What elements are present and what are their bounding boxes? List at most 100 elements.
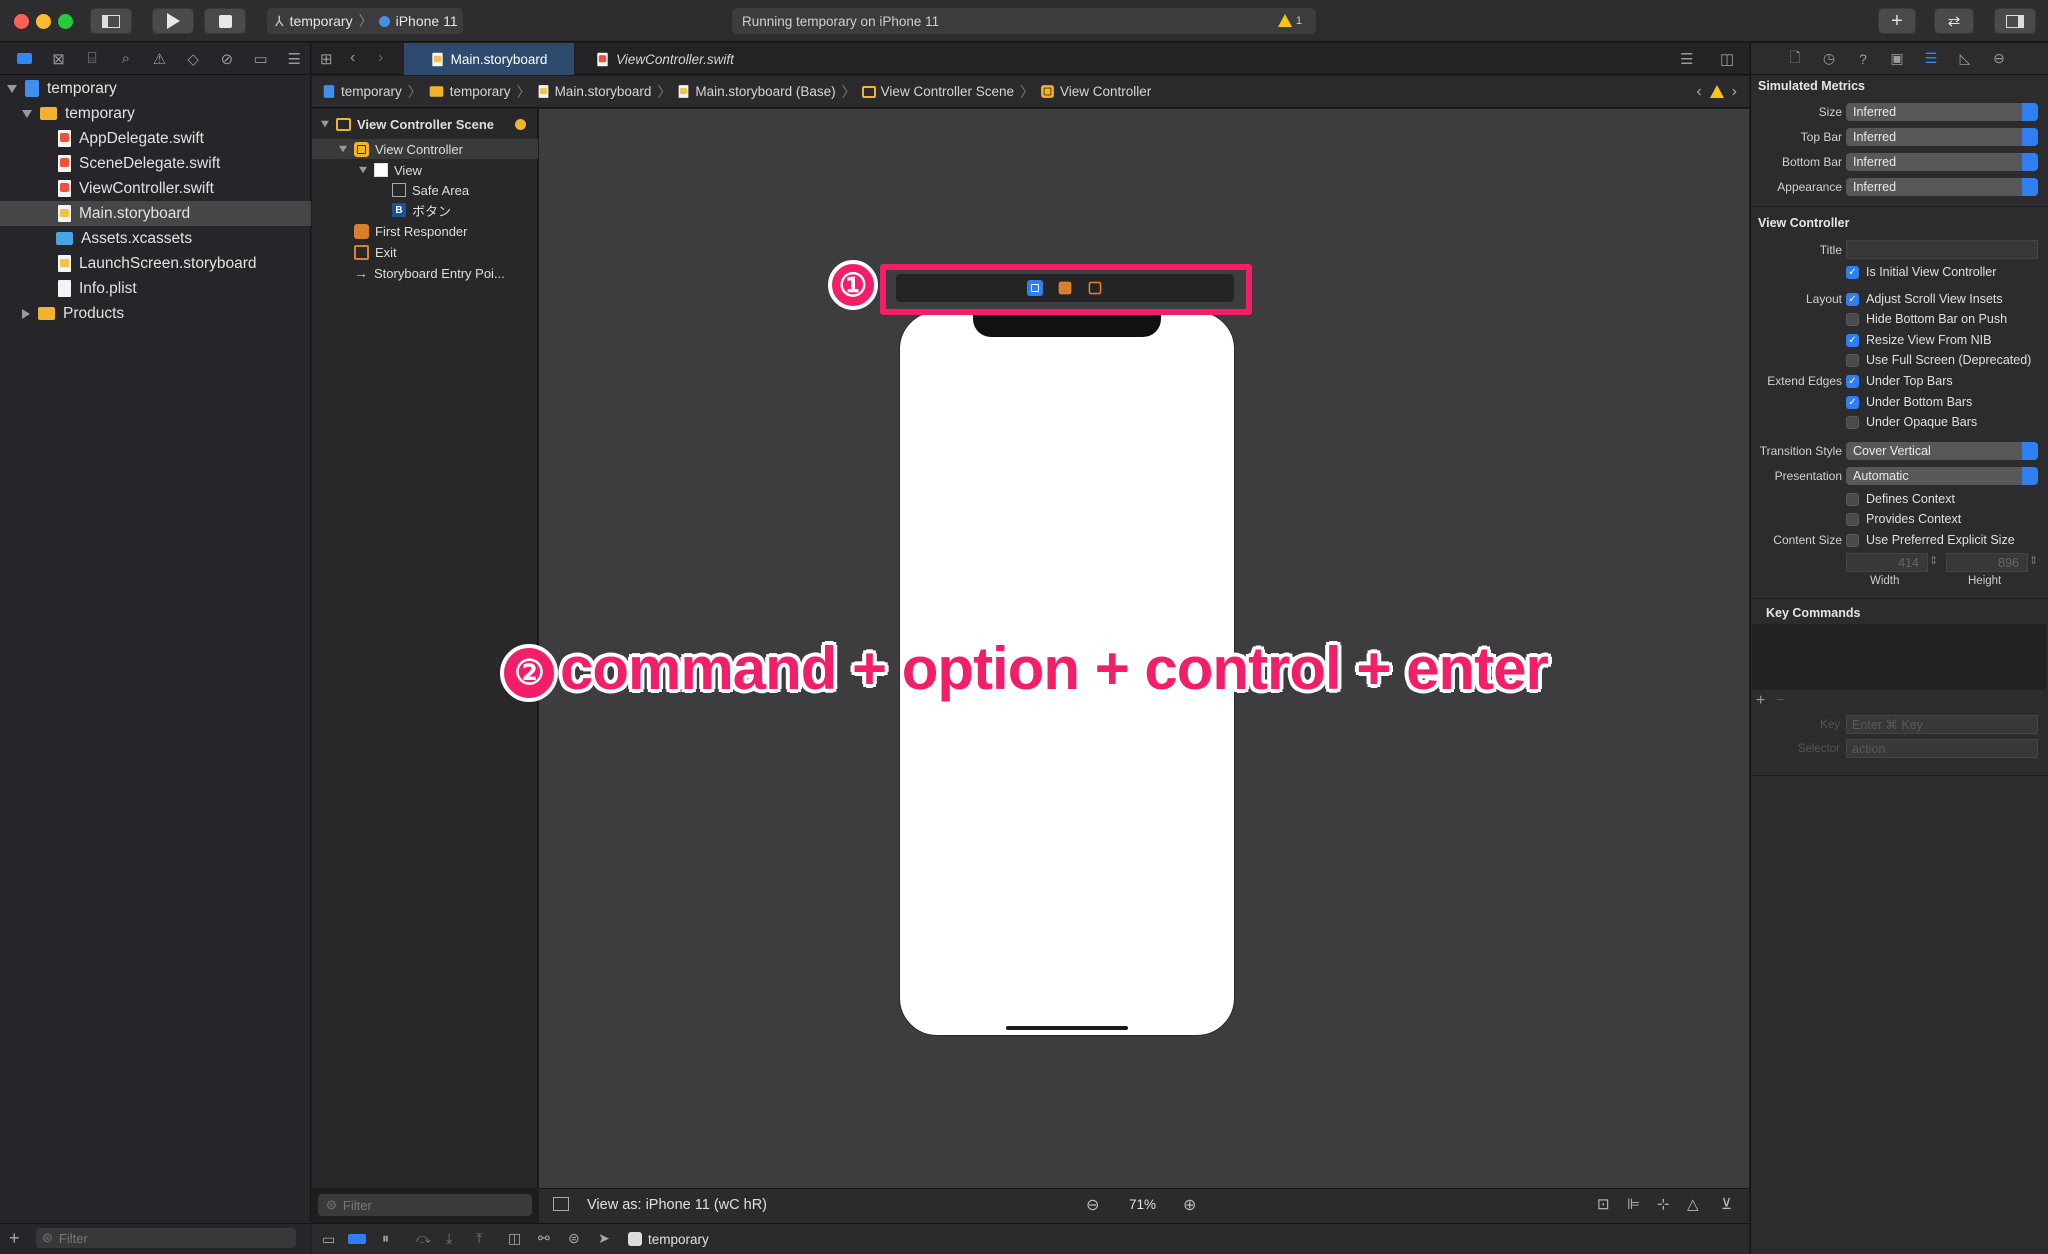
report-icon[interactable]: ☰ <box>277 48 311 70</box>
help-inspector-icon[interactable]: ? <box>1852 50 1874 68</box>
zoom-window-button[interactable] <box>58 14 73 29</box>
step-out-icon[interactable]: ⤒ <box>476 1230 482 1247</box>
checkbox-icon[interactable] <box>1846 415 1859 429</box>
tree-item-group[interactable]: Products <box>0 301 311 326</box>
close-window-button[interactable] <box>14 14 29 29</box>
width-field[interactable]: 414 <box>1846 553 1928 572</box>
checkbox-checked-icon[interactable]: ✓ <box>1846 292 1859 306</box>
disclosure-open-icon[interactable] <box>22 109 32 118</box>
height-field[interactable]: 896 <box>1946 553 2028 572</box>
environment-overrides-icon[interactable]: ⊜ <box>568 1230 580 1247</box>
test-icon[interactable]: ◇ <box>176 48 210 70</box>
provides-context-checkbox[interactable]: Provides Context <box>1846 511 1961 527</box>
outline-view-controller[interactable]: View Controller <box>312 139 538 159</box>
checkbox-checked-icon[interactable]: ✓ <box>1846 395 1859 409</box>
scheme-selector[interactable]: ⅄ temporary 〉 iPhone 11 <box>267 8 463 34</box>
warning-icon[interactable] <box>1277 14 1292 27</box>
zoom-level[interactable]: 71% <box>1129 1197 1156 1212</box>
source-control-icon[interactable]: ⊠ <box>42 48 76 70</box>
disclosure-open-icon[interactable] <box>339 145 347 153</box>
outline-filter-field[interactable]: ⊜ Filter <box>318 1194 532 1216</box>
outline-toggle-icon[interactable] <box>553 1197 569 1211</box>
update-frames-icon[interactable]: ⊡ <box>1597 1195 1610 1213</box>
forward-icon[interactable]: › <box>378 49 383 67</box>
size-inspector-icon[interactable]: ◺ <box>1954 50 1976 68</box>
outline-view[interactable]: View <box>358 160 422 180</box>
tab-view-controller-swift[interactable]: ViewController.swift <box>580 43 750 75</box>
folder-icon[interactable] <box>8 48 42 70</box>
outline-first-responder[interactable]: First Responder <box>354 221 467 241</box>
split-editor-icon[interactable]: ◫ <box>1720 50 1734 68</box>
step-over-icon[interactable]: ⤼ <box>416 1230 431 1247</box>
pin-icon[interactable]: ⊹ <box>1657 1195 1670 1213</box>
symbol-hierarchy-icon[interactable]: ⌸ <box>75 48 109 70</box>
tree-item-file[interactable]: SceneDelegate.swift <box>0 151 311 176</box>
preferred-size-checkbox[interactable]: Use Preferred Explicit Size <box>1846 532 2015 548</box>
under-top-bars-checkbox[interactable]: ✓ Under Top Bars <box>1846 373 1953 389</box>
debug-target-label[interactable]: temporary <box>648 1232 709 1247</box>
run-button[interactable] <box>152 8 194 34</box>
top-bar-popup[interactable]: Inferred <box>1846 128 2038 146</box>
issue-icon[interactable]: ⚠ <box>143 48 177 70</box>
zoom-out-icon[interactable]: ⊖ <box>1086 1195 1099 1215</box>
back-icon[interactable]: ‹ <box>350 49 355 67</box>
previous-issue-icon[interactable]: ‹ <box>1696 83 1701 101</box>
under-bottom-bars-checkbox[interactable]: ✓ Under Bottom Bars <box>1846 394 1972 410</box>
navigator-filter-field[interactable]: ⊜ Filter <box>36 1228 296 1248</box>
tree-item-file[interactable]: AppDelegate.swift <box>0 126 311 151</box>
related-items-icon[interactable]: ⊞ <box>320 50 333 68</box>
transition-style-popup[interactable]: Cover Vertical <box>1846 442 2038 460</box>
checkbox-icon[interactable] <box>1846 533 1859 547</box>
checkbox-checked-icon[interactable]: ✓ <box>1846 374 1859 388</box>
breadcrumb-item[interactable]: View Controller <box>1040 84 1151 99</box>
pause-icon[interactable]: ⏸ <box>382 1230 389 1247</box>
toggle-inspector-button[interactable] <box>1994 8 2036 34</box>
step-into-icon[interactable]: ⤓ <box>446 1230 452 1247</box>
view-debugger-icon[interactable]: ◫ <box>508 1230 521 1247</box>
bottom-bar-popup[interactable]: Inferred <box>1846 153 2038 171</box>
history-inspector-icon[interactable]: ◷ <box>1818 50 1840 68</box>
checkbox-icon[interactable] <box>1846 353 1859 367</box>
tree-item-file[interactable]: Info.plist <box>0 276 311 301</box>
library-button[interactable]: + <box>1878 8 1916 34</box>
minimize-window-button[interactable] <box>36 14 51 29</box>
defines-context-checkbox[interactable]: Defines Context <box>1846 491 1955 507</box>
disclosure-open-icon[interactable] <box>359 166 367 174</box>
editor-options-icon[interactable]: ☰ <box>1680 50 1693 68</box>
width-stepper-icon[interactable]: ⇕ <box>1929 554 1938 567</box>
resolve-issues-icon[interactable]: △ <box>1687 1195 1699 1213</box>
stop-button[interactable] <box>204 8 246 34</box>
outline-scene[interactable]: View Controller Scene <box>320 114 534 134</box>
warning-icon[interactable] <box>1709 85 1724 98</box>
is-initial-checkbox[interactable]: ✓ Is Initial View Controller <box>1846 264 1996 280</box>
hide-debug-area-icon[interactable]: ▭ <box>322 1231 335 1248</box>
breakpoints-toggle-icon[interactable] <box>348 1234 366 1244</box>
full-screen-checkbox[interactable]: Use Full Screen (Deprecated) <box>1846 352 2031 368</box>
breadcrumb-item[interactable]: temporary <box>428 84 511 99</box>
debug-icon[interactable]: ⊘ <box>210 48 244 70</box>
outline-safe-area[interactable]: Safe Area <box>392 180 469 200</box>
remove-key-command-icon[interactable]: − <box>1776 692 1785 710</box>
tree-item-file[interactable]: Assets.xcassets <box>0 226 311 251</box>
identity-inspector-icon[interactable]: ▣ <box>1886 50 1908 68</box>
code-review-button[interactable]: ⇄ <box>1934 8 1974 34</box>
connections-inspector-icon[interactable]: ⊖ <box>1988 50 2010 68</box>
resize-nib-checkbox[interactable]: ✓ Resize View From NIB <box>1846 332 1992 348</box>
tree-item-group[interactable]: temporary <box>0 101 311 126</box>
breadcrumb-item[interactable]: Main.storyboard <box>537 83 651 100</box>
location-icon[interactable]: ➤ <box>598 1230 610 1247</box>
checkbox-icon[interactable] <box>1846 512 1859 526</box>
tree-item-file[interactable]: LaunchScreen.storyboard <box>0 251 311 276</box>
tree-item-project[interactable]: temporary <box>0 76 311 101</box>
key-commands-list[interactable] <box>1752 624 2046 690</box>
checkbox-checked-icon[interactable]: ✓ <box>1846 265 1859 279</box>
size-popup[interactable]: Inferred <box>1846 103 2038 121</box>
tab-main-storyboard[interactable]: Main.storyboard <box>404 43 574 75</box>
disclosure-open-icon[interactable] <box>321 120 329 128</box>
breadcrumb-item[interactable]: View Controller Scene <box>861 84 1014 99</box>
attributes-inspector-icon[interactable]: ☰ <box>1920 50 1942 68</box>
hide-bottom-bar-checkbox[interactable]: Hide Bottom Bar on Push <box>1846 311 2007 327</box>
add-key-command-icon[interactable]: + <box>1756 692 1765 710</box>
zoom-in-icon[interactable]: ⊕ <box>1183 1195 1196 1215</box>
tree-item-file[interactable]: ViewController.swift <box>0 176 311 201</box>
